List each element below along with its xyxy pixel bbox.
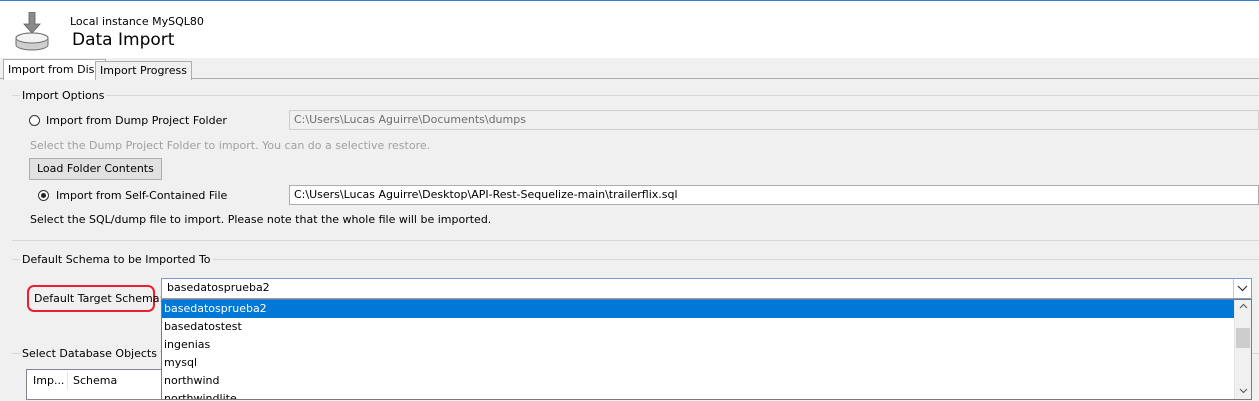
schema-dropdown-list[interactable]: basedatosprueba2 basedatostest ingenias … bbox=[161, 299, 1252, 400]
database-import-icon bbox=[14, 11, 50, 52]
dropdown-option[interactable]: basedatostest bbox=[162, 318, 1235, 336]
tab-import-progress[interactable]: Import Progress bbox=[95, 61, 192, 80]
connection-name: Local instance MySQL80 bbox=[70, 15, 204, 28]
column-header-import[interactable]: Imp... bbox=[33, 374, 64, 387]
dump-folder-hint: Select the Dump Project Folder to import… bbox=[30, 139, 431, 152]
page-title: Data Import bbox=[72, 30, 175, 50]
self-contained-file-radio[interactable] bbox=[38, 190, 49, 201]
dropdown-option[interactable]: northwindlite bbox=[162, 390, 1235, 399]
default-schema-group-label: Default Schema to be Imported To bbox=[20, 253, 213, 266]
objects-table[interactable]: Imp... Schema bbox=[26, 369, 162, 400]
dump-folder-radio[interactable] bbox=[29, 115, 40, 126]
self-contained-file-path-input[interactable]: C:\Users\Lucas Aguirre\Desktop\API-Rest-… bbox=[289, 185, 1259, 205]
dropdown-option[interactable]: ingenias bbox=[162, 336, 1235, 354]
column-header-schema[interactable]: Schema bbox=[73, 374, 117, 387]
import-options-group-border bbox=[12, 95, 1259, 96]
import-options-group-label: Import Options bbox=[20, 89, 107, 102]
dropdown-option[interactable]: northwind bbox=[162, 372, 1235, 390]
scroll-up-icon[interactable] bbox=[1239, 303, 1248, 309]
load-folder-contents-button[interactable]: Load Folder Contents bbox=[29, 158, 162, 180]
default-target-schema-value: basedatosprueba2 bbox=[167, 281, 270, 294]
tab-import-from-disk[interactable]: Import from Disk bbox=[3, 59, 106, 80]
dropdown-option[interactable]: basedatosprueba2 bbox=[162, 300, 1235, 318]
dump-folder-radio-label[interactable]: Import from Dump Project Folder bbox=[46, 114, 227, 127]
scrollbar-thumb[interactable] bbox=[1236, 328, 1250, 348]
dump-folder-path-input[interactable]: C:\Users\Lucas Aguirre\Documents\dumps bbox=[289, 110, 1259, 130]
self-contained-file-hint: Select the SQL/dump file to import. Plea… bbox=[30, 213, 492, 226]
header bbox=[0, 0, 1259, 58]
import-options-group-bottom bbox=[12, 240, 1259, 241]
objects-group-label: Select Database Objects to Import bbox=[20, 347, 165, 360]
default-target-schema-select[interactable]: basedatosprueba2 bbox=[161, 278, 1252, 299]
window-top-border bbox=[0, 0, 1259, 1]
dropdown-option[interactable]: mysql bbox=[162, 354, 1235, 372]
self-contained-file-radio-label[interactable]: Import from Self-Contained File bbox=[56, 189, 227, 202]
column-separator bbox=[67, 372, 68, 390]
scroll-down-icon[interactable] bbox=[1239, 388, 1248, 394]
chevron-down-icon bbox=[1237, 285, 1248, 292]
default-target-schema-label: Default Target Schema: bbox=[34, 292, 164, 305]
dropdown-scrollbar[interactable] bbox=[1234, 300, 1251, 399]
dropdown-button[interactable] bbox=[1233, 279, 1251, 298]
